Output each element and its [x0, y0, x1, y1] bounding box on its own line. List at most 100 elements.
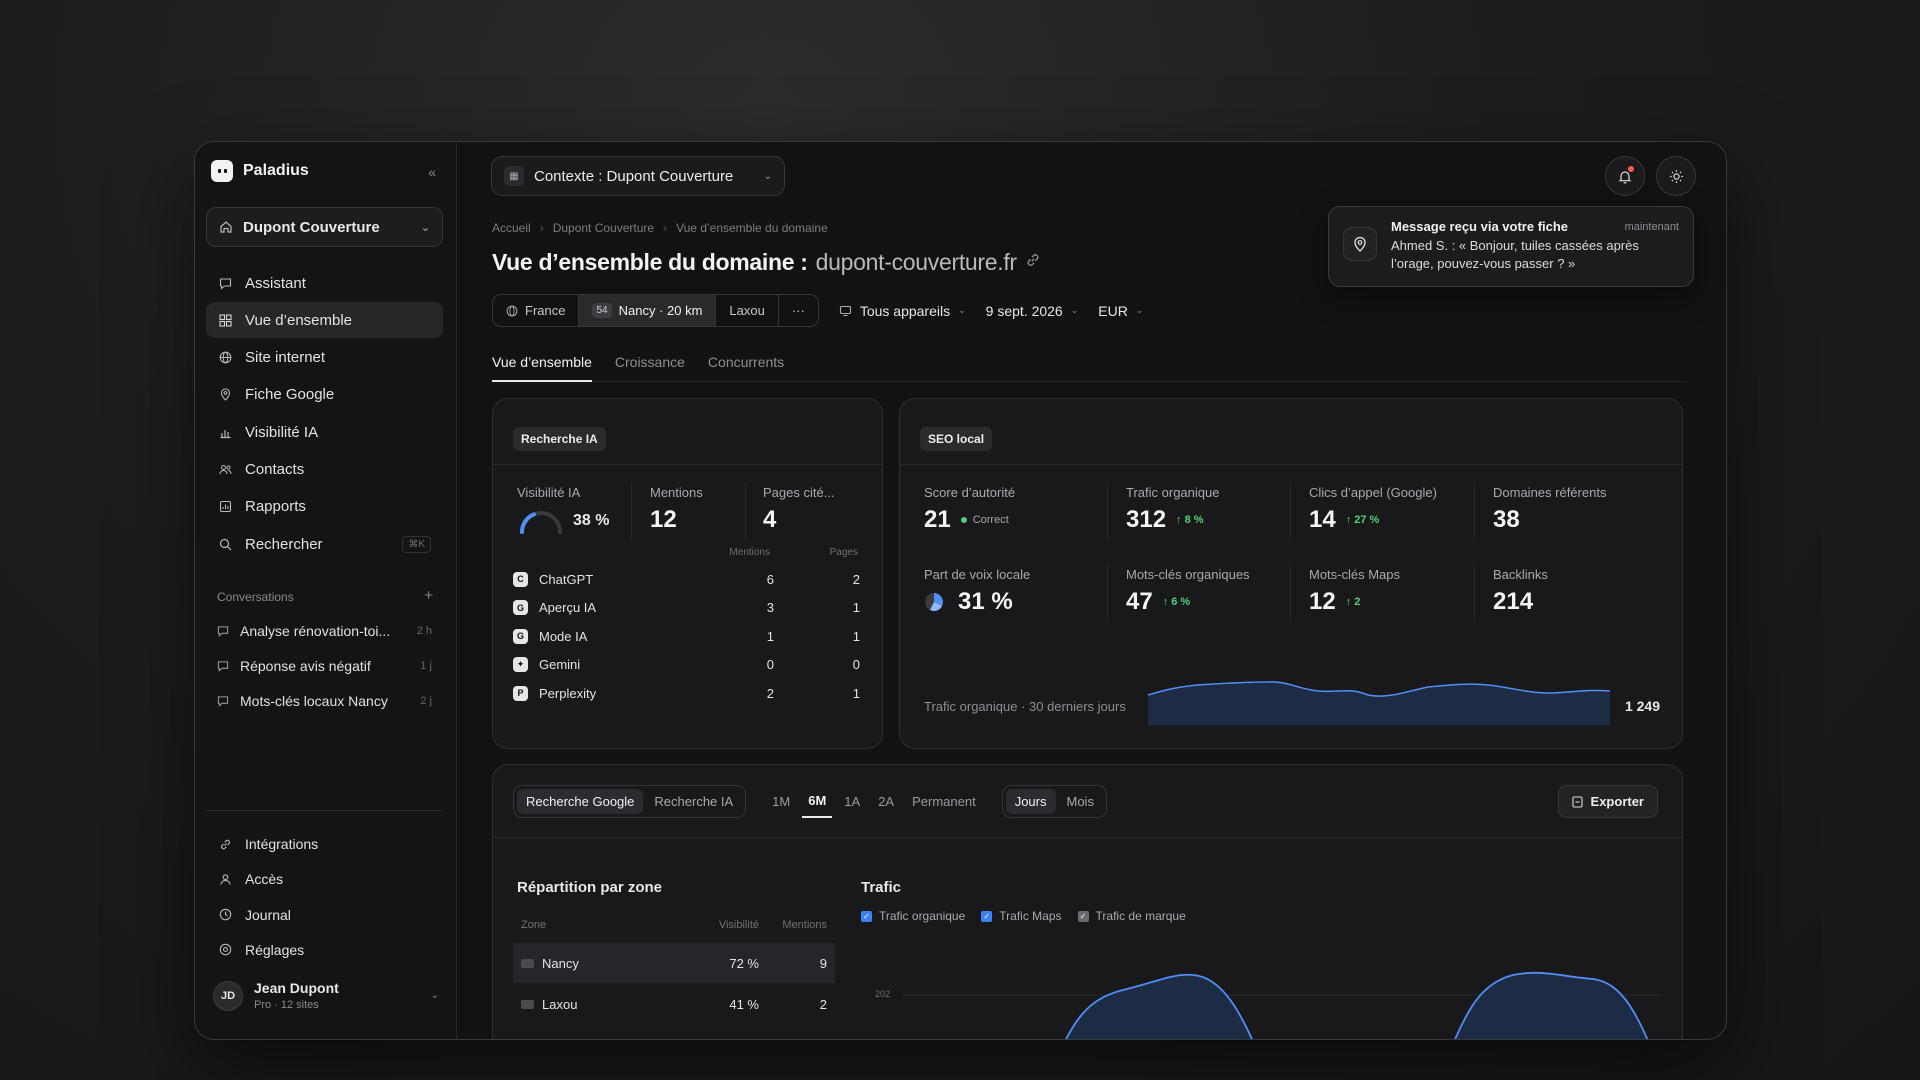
source-ai[interactable]: Recherche IA [645, 789, 742, 814]
legend-label: Trafic de marque [1095, 909, 1186, 923]
organic-traffic-metric: Trafic organique 312 ↑ 8 % [1126, 485, 1219, 534]
brand[interactable]: Paladius [211, 160, 309, 182]
source-switch: Recherche Google Recherche IA [513, 785, 747, 818]
collapse-sidebar-icon[interactable]: « [428, 164, 436, 180]
breadcrumb-current: Vue d’ensemble du domaine [676, 221, 828, 235]
traffic-chart [903, 971, 1663, 1039]
more-zones-button[interactable]: ··· [779, 295, 818, 326]
nav-item-reports[interactable]: Rapports [206, 489, 443, 525]
engine-row-ai-mode[interactable]: G Mode IA 1 1 [513, 622, 860, 651]
metric-label: Mentions [650, 485, 703, 500]
tab-growth[interactable]: Croissance [615, 342, 685, 382]
notification-toast[interactable]: Message reçu via votre fiche maintenant … [1328, 206, 1694, 287]
nav-item-ai-visibility[interactable]: Visibilité IA [206, 414, 443, 450]
engine-name: Perplexity [539, 685, 597, 701]
sidebar-divider [206, 810, 442, 811]
toast-time: maintenant [1624, 221, 1679, 233]
nav-item-access[interactable]: Accès [206, 862, 443, 896]
metric-delta: ↑ 27 % [1345, 514, 1380, 526]
range-6m[interactable]: 6M [802, 785, 833, 818]
page-tabs: Vue d’ensemble Croissance Concurrents [492, 342, 1686, 382]
range-2a[interactable]: 2A [872, 785, 900, 818]
nav-item-search[interactable]: Rechercher ⌘K [206, 526, 443, 562]
traffic-area [1455, 972, 1648, 1039]
nav-item-integrations[interactable]: Intégrations [206, 827, 443, 861]
metric-delta: ↑ 2 [1345, 596, 1361, 608]
range-permanent[interactable]: Permanent [906, 785, 982, 818]
conversation-item[interactable]: Réponse avis négatif 1 j [206, 648, 443, 683]
referring-domains-metric: Domaines référents 38 [1493, 485, 1606, 534]
map-pin-icon [1343, 227, 1377, 261]
currency-filter[interactable]: EUR ⌄ [1098, 303, 1143, 319]
visibility-gauge [520, 511, 562, 534]
main-content: ▦ Contexte : Dupont Couverture ⌄ Message… [458, 142, 1726, 1039]
user-name: Jean Dupont [254, 980, 339, 996]
conversation-age: 2 h [416, 624, 432, 637]
location-filter: France 54 Nancy · 20 km Laxou ··· [492, 294, 819, 327]
notifications-button[interactable] [1605, 156, 1645, 196]
performance-card: Recherche Google Recherche IA 1M 6M 1A 2… [492, 764, 1683, 1039]
link-icon[interactable] [1025, 252, 1041, 273]
zone-filter[interactable]: 54 Nancy · 20 km [579, 295, 717, 326]
nav-item-settings[interactable]: Réglages [206, 933, 443, 967]
metric-label: Mots-clés Maps [1309, 567, 1401, 582]
tab-competitors[interactable]: Concurrents [708, 342, 784, 382]
traffic-area [1066, 974, 1252, 1039]
table-row[interactable]: Laxou 41 % 2 [513, 984, 835, 1024]
engine-name: Aperçu IA [539, 600, 597, 616]
metric-label: Backlinks [1493, 567, 1548, 582]
nav-item-contacts[interactable]: Contacts [206, 451, 443, 487]
site-name: Dupont Couverture [243, 218, 380, 236]
zone2-filter[interactable]: Laxou [716, 295, 779, 326]
nav-item-google-profile[interactable]: Fiche Google [206, 377, 443, 413]
breadcrumb-site[interactable]: Dupont Couverture [553, 221, 654, 235]
nav-item-assistant[interactable]: Assistant [206, 265, 443, 301]
engine-row-perplexity[interactable]: P Perplexity 2 1 [513, 679, 860, 708]
domain-name[interactable]: dupont-couverture.fr [816, 249, 1017, 276]
call-clicks-metric: Clics d’appel (Google) 14 ↑ 27 % [1309, 485, 1437, 534]
legend-brand[interactable]: ✓ Trafic de marque [1077, 909, 1186, 923]
google-icon: G [513, 600, 528, 616]
zone-mentions: 9 [819, 955, 827, 971]
add-conversation-icon[interactable]: + [424, 588, 433, 604]
nav-label: Vue d’ensemble [245, 311, 353, 329]
nav-item-journal[interactable]: Journal [206, 898, 443, 932]
engine-row-gemini[interactable]: ✦ Gemini 0 0 [513, 651, 860, 680]
engine-row-ai-overview[interactable]: G Aperçu IA 3 1 [513, 594, 860, 623]
conversation-item[interactable]: Analyse rénovation-toi... 2 h [206, 613, 443, 648]
source-google[interactable]: Recherche Google [517, 789, 644, 814]
card-divider [493, 837, 1682, 838]
breadcrumb-home[interactable]: Accueil [492, 221, 531, 235]
legend-maps[interactable]: ✓ Trafic Maps [981, 909, 1062, 923]
chat-icon [218, 276, 232, 290]
tab-overview[interactable]: Vue d’ensemble [492, 342, 592, 382]
site-selector[interactable]: Dupont Couverture ⌄ [206, 207, 443, 247]
zone-name: Laxou [542, 996, 578, 1012]
nav-item-overview[interactable]: Vue d’ensemble [206, 302, 443, 339]
engine-row-chatgpt[interactable]: C ChatGPT 6 2 [513, 565, 860, 594]
conversation-item[interactable]: Mots-clés locaux Nancy 2 j [206, 683, 443, 718]
metric-divider [745, 483, 746, 539]
theme-toggle-button[interactable] [1656, 156, 1696, 196]
export-button[interactable]: Exporter [1557, 785, 1658, 818]
nav-item-website[interactable]: Site internet [206, 340, 443, 376]
shortcut-hint: ⌘K [402, 535, 431, 553]
table-row[interactable]: Nancy 72 % 9 [513, 943, 835, 983]
country-filter[interactable]: France [493, 295, 580, 326]
zone-mentions: 2 [819, 996, 827, 1012]
home-icon [220, 221, 232, 233]
metric-label: Trafic organique [1126, 485, 1220, 500]
range-1m[interactable]: 1M [766, 785, 796, 818]
user-menu[interactable]: JD Jean Dupont Pro · 12 sites ⌄ [213, 980, 439, 1011]
granularity-months[interactable]: Mois [1058, 789, 1103, 814]
range-1a[interactable]: 1A [838, 785, 866, 818]
date-filter[interactable]: 9 sept. 2026 ⌄ [986, 303, 1079, 319]
context-selector[interactable]: ▦ Contexte : Dupont Couverture ⌄ [491, 156, 785, 196]
legend-organic[interactable]: ✓ Trafic organique [861, 909, 965, 923]
metric-label: Pages cité... [763, 485, 835, 500]
checkbox-icon: ✓ [981, 910, 993, 922]
metric-divider [1107, 483, 1108, 539]
engine-pages: 1 [852, 685, 860, 701]
device-filter[interactable]: Tous appareils ⌄ [839, 303, 966, 319]
granularity-days[interactable]: Jours [1005, 789, 1056, 814]
